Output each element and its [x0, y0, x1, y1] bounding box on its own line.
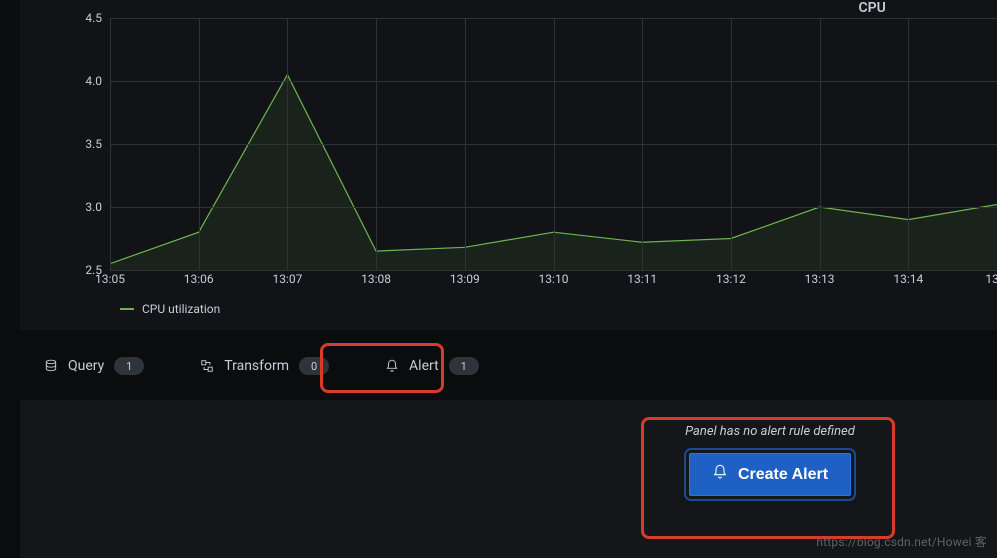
tab-query[interactable]: Query 1: [36, 351, 152, 381]
x-tick-label: 13:13: [805, 272, 835, 286]
x-tick-label: 13:12: [716, 272, 746, 286]
y-tick-label: 4.5: [85, 11, 102, 25]
database-icon: [44, 359, 58, 373]
tab-transform-label: Transform: [224, 358, 289, 374]
x-tick-label: 13:06: [184, 272, 214, 286]
x-tick-label: 13:1: [985, 272, 997, 286]
create-alert-button[interactable]: Create Alert: [689, 453, 851, 496]
tab-transform-count: 0: [299, 357, 329, 375]
x-tick-label: 13:10: [539, 272, 569, 286]
chart-panel: CPU 2.53.03.54.04.5 13:0513:0613:0713:08…: [20, 0, 997, 330]
watermark-text: https://blog.csdn.net/Howei 客: [816, 533, 987, 550]
tab-alert-label: Alert: [409, 358, 439, 374]
chart-x-axis: 13:0513:0613:0713:0813:0913:1013:1113:12…: [110, 272, 997, 292]
alert-empty-message: Panel has no alert rule defined: [650, 424, 890, 439]
x-tick-label: 13:05: [95, 272, 125, 286]
x-tick-label: 13:09: [450, 272, 480, 286]
x-tick-label: 13:08: [361, 272, 391, 286]
tab-transform[interactable]: Transform 0: [192, 351, 337, 381]
chart-title: CPU: [859, 0, 886, 16]
y-tick-label: 4.0: [85, 74, 102, 88]
tab-alert[interactable]: Alert 1: [377, 351, 487, 381]
transform-icon: [200, 359, 214, 373]
legend-swatch: [120, 308, 134, 310]
x-tick-label: 13:07: [272, 272, 302, 286]
y-tick-label: 3.0: [85, 200, 102, 214]
tab-query-count: 1: [114, 357, 144, 375]
x-tick-label: 13:11: [627, 272, 657, 286]
chart-legend: CPU utilization: [120, 302, 220, 316]
create-alert-region: Panel has no alert rule defined Create A…: [650, 424, 890, 496]
bell-icon: [385, 359, 399, 373]
panel-tabs: Query 1 Transform 0 Alert 1: [20, 345, 997, 387]
bell-icon: [712, 464, 728, 485]
chart-y-axis: 2.53.03.54.04.5: [20, 18, 108, 270]
x-tick-label: 13:14: [893, 272, 923, 286]
tab-alert-count: 1: [449, 357, 479, 375]
legend-label: CPU utilization: [142, 302, 220, 316]
tab-query-label: Query: [68, 358, 104, 374]
y-tick-label: 3.5: [85, 137, 102, 151]
create-alert-button-label: Create Alert: [738, 466, 828, 484]
chart-plot[interactable]: [110, 18, 997, 270]
